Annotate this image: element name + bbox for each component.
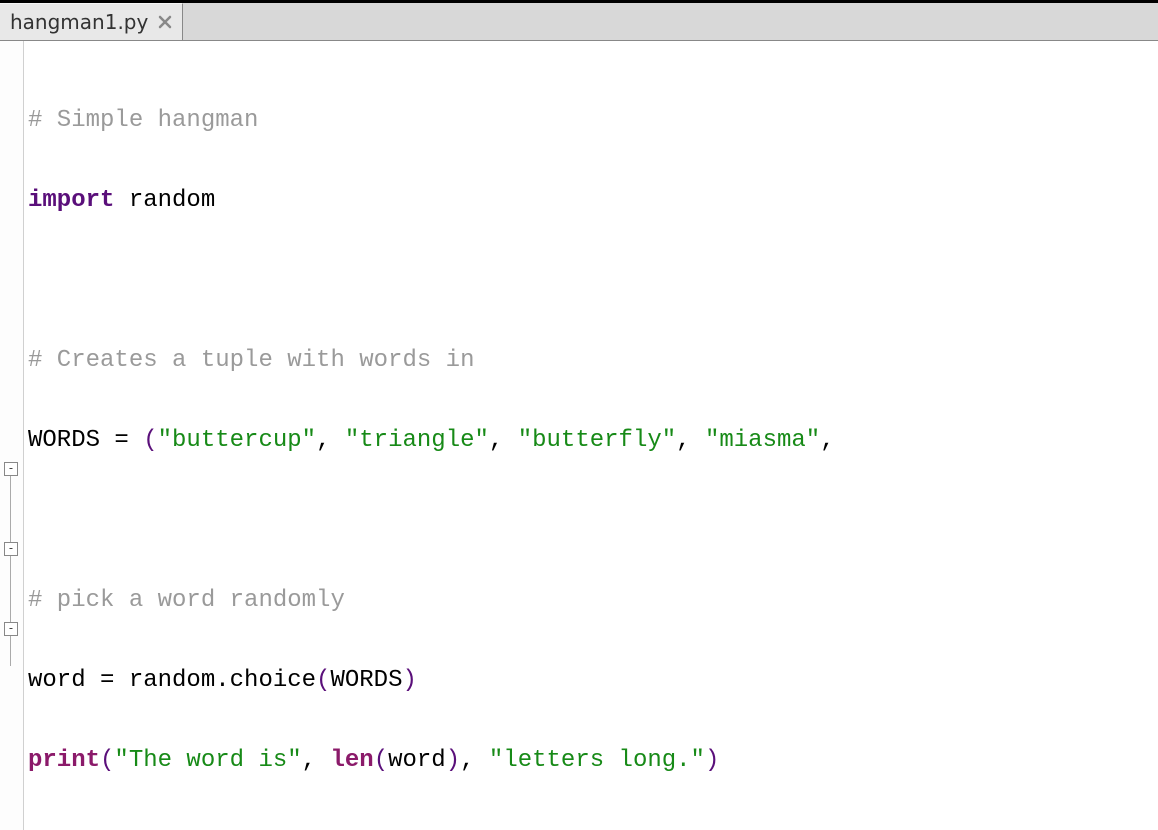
code-ident: word = random.choice [28,667,316,694]
code-paren: ( [316,667,330,694]
tab-bar: hangman1.py [0,3,1158,41]
code-ident: WORDS = [28,427,143,454]
code-paren: ) [446,747,460,774]
code-keyword: import [28,187,114,214]
code-string: "triangle" [345,427,489,454]
code-ident: random [114,187,215,214]
code-text: , [460,747,489,774]
code-paren: ( [143,427,157,454]
code-string: "The word is" [114,747,301,774]
code-text: , [316,427,345,454]
editor-tab[interactable]: hangman1.py [0,3,183,40]
code-area[interactable]: # Simple hangman import random # Creates… [24,41,1158,830]
code-comment: # Creates a tuple with words in [28,347,474,374]
code-comment: # Simple hangman [28,107,258,134]
code-text: , [489,427,518,454]
code-editor[interactable]: - - - # Simple hangman import random # C… [0,41,1158,830]
fold-gutter: - - - [0,41,24,830]
code-builtin: len [330,747,373,774]
code-paren: ) [402,667,416,694]
code-text: , [302,747,331,774]
code-paren: ) [705,747,719,774]
code-text: , [820,427,834,454]
tab-filename: hangman1.py [10,10,148,34]
fold-line [10,476,11,542]
code-text: , [676,427,705,454]
code-string: "butterfly" [518,427,676,454]
code-string: "letters long." [489,747,705,774]
fold-toggle-icon[interactable]: - [4,622,18,636]
code-paren: ( [100,747,114,774]
code-comment: # pick a word randomly [28,587,345,614]
code-paren: ( [374,747,388,774]
fold-line [10,636,11,666]
code-builtin: print [28,747,100,774]
code-string: "buttercup" [158,427,316,454]
code-ident: word [388,747,446,774]
fold-toggle-icon[interactable]: - [4,462,18,476]
fold-toggle-icon[interactable]: - [4,542,18,556]
fold-line [10,556,11,622]
close-icon[interactable] [156,13,174,31]
code-ident: WORDS [330,667,402,694]
code-string: "miasma" [705,427,820,454]
